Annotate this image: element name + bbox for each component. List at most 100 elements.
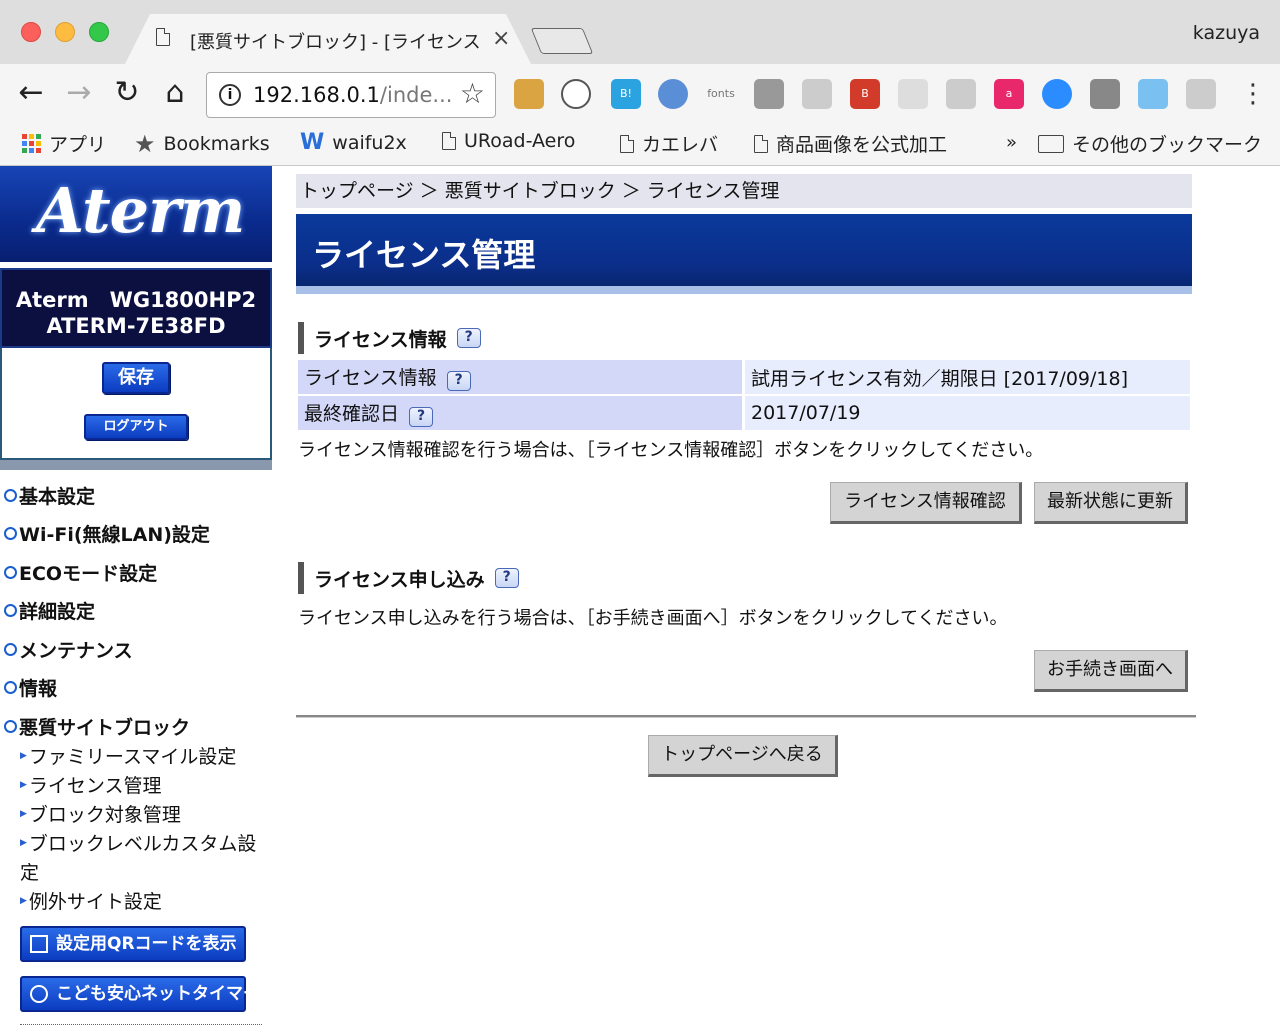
section-license-apply: ライセンス申し込み ? [298,562,519,594]
page-title: ライセンス管理 [312,236,536,274]
help-icon[interactable]: ? [456,328,481,348]
waifu-icon: W [300,130,325,155]
extension-save-icon[interactable] [1186,79,1216,109]
qr-code-button[interactable]: 設定用QRコードを表示 [20,926,246,962]
help-icon[interactable]: ? [494,568,519,588]
submenu-exception[interactable]: ▶ 例外サイト設定 [20,887,265,917]
license-check-instruction: ライセンス情報確認を行う場合は、［ライセンス情報確認］ボタンをクリックしてくださ… [298,440,1044,461]
table-row: 最終確認日? 2017/07/19 [298,396,1190,430]
chevron-circle-icon [4,643,17,656]
bookmark-waifu2x-label: waifu2x [332,131,407,154]
chevron-circle-icon [4,489,17,502]
page-icon [620,134,634,153]
section-license-info: ライセンス情報 ? [298,322,481,354]
tab-active[interactable]: [悪質サイトブロック] - [ライセンス × [124,14,532,66]
window-maximize-button[interactable] [89,22,109,42]
extension-box-icon[interactable] [514,79,544,109]
triangle-icon: ▶ [20,751,27,761]
table-label: 最終確認日? [298,396,742,430]
bookmark-shohin[interactable]: 商品画像を公式加工 [754,130,947,157]
extension-b-icon[interactable]: B [850,79,880,109]
license-table: ライセンス情報? 試用ライセンス有効／期限日 [2017/09/18] 最終確認… [298,358,1190,432]
page-icon [442,132,456,150]
menu-malicious-block[interactable]: 悪質サイトブロック [4,713,190,740]
bookmark-other[interactable]: その他のブックマーク [1038,130,1262,157]
submenu-family-smile[interactable]: ▶ ファミリースマイル設定 [20,742,265,772]
help-icon[interactable]: ? [446,371,471,391]
menu-maintenance[interactable]: メンテナンス [4,636,133,663]
new-tab-button[interactable] [530,28,594,54]
back-to-top-button[interactable]: トップページへ戻る [648,735,838,777]
window-close-button[interactable] [21,22,41,42]
extension-download-icon[interactable] [802,79,832,109]
extension-camera-icon[interactable] [1090,79,1120,109]
qr-code-button-label: 設定用QRコードを表示 [56,934,237,954]
help-icon[interactable]: ? [409,407,434,427]
extension-gray-icon[interactable] [754,79,784,109]
page-icon [156,28,170,46]
extension-zoom-icon[interactable] [1042,79,1072,109]
bookmark-overflow-button[interactable]: » [1006,132,1017,153]
device-name: ATERM-7E38FD [46,314,226,338]
bookmark-bookmarks[interactable]: ★ Bookmarks [134,130,270,158]
extension-bl-icon[interactable]: B! [611,79,641,109]
home-icon[interactable]: ⌂ [158,78,192,112]
extension-fonts-icon[interactable]: fonts [706,79,736,109]
reload-icon[interactable]: ↻ [110,78,144,112]
extension-bird-icon[interactable] [1138,79,1168,109]
bookmark-waifu2x[interactable]: W waifu2x [300,130,407,155]
window-minimize-button[interactable] [55,22,75,42]
license-check-button[interactable]: ライセンス情報確認 [830,482,1022,524]
logout-button[interactable]: ログアウト [84,414,188,440]
section-license-apply-title: ライセンス申し込み [314,568,485,591]
title-band: ライセンス管理 [296,214,1192,286]
divider [0,460,272,470]
bookmark-shohin-label: 商品画像を公式加工 [776,134,948,156]
bookmark-kaereba[interactable]: カエレバ [620,130,718,157]
address-bar[interactable]: i 192.168.0.1/inde... ☆ [206,72,496,118]
bookmark-star-icon[interactable]: ☆ [460,77,485,110]
chevron-circle-icon [4,720,17,733]
chevron-circle-icon [4,566,17,579]
profile-name[interactable]: kazuya [1193,22,1260,44]
kids-timer-button[interactable]: こども安心ネットタイマー [20,976,260,1012]
back-icon[interactable]: ← [14,78,48,112]
menu-basic-label: 基本設定 [19,486,96,508]
save-button[interactable]: 保存 [102,362,170,394]
submenu-license[interactable]: ▶ ライセンス管理 [20,771,265,801]
extension-a-icon[interactable]: a [994,79,1024,109]
submenu-block-level[interactable]: ▶ ブロックレベルカスタム設定 [20,829,265,888]
tab-bar: [悪質サイトブロック] - [ライセンス × kazuya [0,0,1280,66]
forward-icon[interactable]: → [62,78,96,112]
extension-globe-icon[interactable] [658,79,688,109]
submenu-license-label: ライセンス管理 [28,775,162,797]
bookmark-apps[interactable]: アプリ [22,130,106,157]
procedure-button[interactable]: お手続き画面へ [1034,650,1188,692]
tab-title: [悪質サイトブロック] - [ライセンス [190,32,481,53]
menu-malicious-block-label: 悪質サイトブロック [19,717,191,739]
info-icon[interactable]: i [219,84,241,106]
menu-basic[interactable]: 基本設定 [4,482,95,509]
submenu-block-target[interactable]: ▶ ブロック対象管理 [20,800,265,830]
menu-detail[interactable]: 詳細設定 [4,597,95,624]
menu-info-label: 情報 [19,678,58,700]
bookmark-uroad[interactable]: URoad-Aero [442,130,575,152]
extension-speech-icon[interactable] [946,79,976,109]
timer-icon [30,985,48,1003]
menu-wifi[interactable]: Wi-Fi(無線LAN)設定 [4,520,210,547]
refresh-button[interactable]: 最新状態に更新 [1034,482,1188,524]
browser-menu-icon[interactable]: ⋮ [1240,78,1266,110]
url-text: 192.168.0.1/inde... [253,83,452,107]
menu-eco[interactable]: ECOモード設定 [4,559,157,586]
extension-1password-icon[interactable] [561,79,591,109]
submenu-exception-label: 例外サイト設定 [28,891,162,913]
aterm-logo: Aterm [0,166,272,262]
triangle-icon: ▶ [20,838,27,848]
submenu-block-level-label: ブロックレベルカスタム設定 [20,833,257,884]
menu-info[interactable]: 情報 [4,674,57,701]
extension-list-icon[interactable] [898,79,928,109]
section-bar [298,322,304,354]
divider [296,715,1196,718]
submenu-family-smile-label: ファミリースマイル設定 [28,746,237,768]
tab-close-icon[interactable]: × [492,26,510,51]
